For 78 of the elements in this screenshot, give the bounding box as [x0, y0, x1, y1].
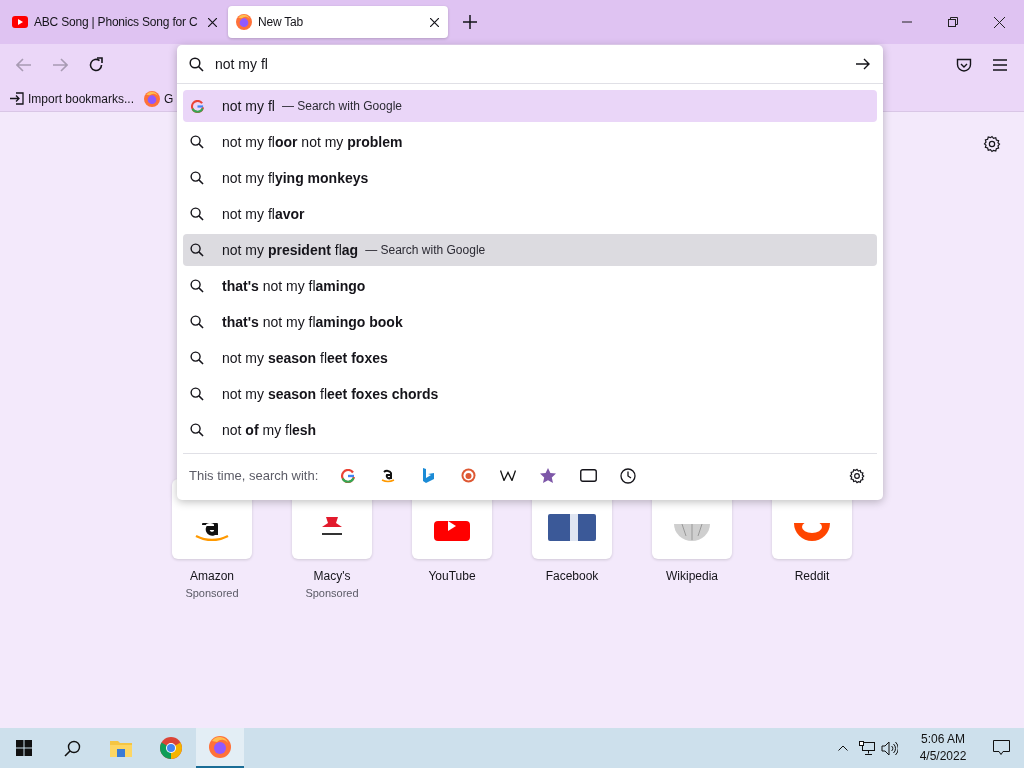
- tab[interactable]: New Tab: [228, 6, 448, 38]
- site-name[interactable]: Facebook: [545, 567, 599, 585]
- search-icon: [190, 279, 204, 293]
- tab-icon: [579, 469, 597, 482]
- suggestion-row[interactable]: not of my flesh: [183, 414, 877, 446]
- settings-icon: [983, 135, 1001, 153]
- suggestion-row[interactable]: that's not my flamingo book: [183, 306, 877, 338]
- search-icon: [190, 423, 204, 437]
- bookmark-item[interactable]: Import bookmarks...: [10, 87, 135, 110]
- pocket-icon: [956, 57, 972, 73]
- plus-icon: [463, 15, 477, 29]
- star-icon: [540, 468, 557, 483]
- play-icon: [434, 521, 470, 541]
- facebook-icon: [548, 514, 596, 541]
- search-icon: [190, 315, 204, 329]
- date-text: 4/5/2022: [919, 748, 967, 765]
- fox-globe-icon: [144, 90, 161, 107]
- clock[interactable]: 5:06 AM 4/5/2022: [912, 731, 974, 765]
- time-text: 5:06 AM: [921, 731, 965, 748]
- suggestion-row[interactable]: that's not my flamingo: [183, 270, 877, 302]
- menu-icon: [993, 59, 1007, 71]
- import-icon: [10, 92, 24, 105]
- folder-icon: [110, 739, 132, 757]
- amazon-icon: [381, 468, 396, 483]
- search-icon: [190, 135, 204, 149]
- search-with-label: This time, search with:: [189, 466, 319, 485]
- suggestion-row[interactable]: not my fl — Search with Google: [183, 90, 877, 122]
- globe-icon: [674, 524, 710, 541]
- search-icon: [189, 56, 204, 72]
- search-icon: [190, 243, 204, 257]
- google-icon: [341, 468, 356, 483]
- sponsored-label: Sponsored: [185, 586, 239, 601]
- suggestion-row[interactable]: not my president flag — Search with Google: [183, 234, 877, 266]
- site-name[interactable]: Reddit: [794, 567, 830, 585]
- tab-title: New Tab: [258, 14, 305, 31]
- site-name[interactable]: YouTube: [428, 567, 476, 585]
- suggestion-row[interactable]: not my floor not my problem: [183, 126, 877, 158]
- reload-icon: [88, 57, 104, 73]
- close-icon: [993, 16, 1005, 28]
- restore-icon: [948, 17, 958, 27]
- clock-icon: [620, 467, 637, 484]
- close-icon: [429, 17, 439, 27]
- caret-up-icon: [838, 745, 848, 751]
- tab-title: ABC Song | Phonics Song for C: [34, 14, 199, 31]
- firefox-button[interactable]: [196, 728, 244, 768]
- fox-globe-icon: [236, 14, 252, 30]
- firefox-icon: [209, 736, 231, 758]
- google-icon: [190, 99, 204, 113]
- network-icon: [859, 740, 875, 756]
- minimize-icon: [902, 21, 912, 23]
- settings-icon: [849, 467, 865, 484]
- chrome-icon: [160, 737, 182, 759]
- tab[interactable]: ABC Song | Phonics Song for C: [4, 6, 226, 38]
- search-icon: [63, 739, 81, 757]
- suggestion-row[interactable]: not my flavor: [183, 198, 877, 230]
- site-name[interactable]: Amazon: [190, 567, 234, 585]
- site-name[interactable]: Wikipedia: [666, 567, 718, 585]
- suggestion-row[interactable]: not my season fleet foxes chords: [183, 378, 877, 410]
- forward-arrow-icon: [52, 58, 68, 72]
- search-icon: [190, 171, 204, 185]
- bing-icon: [422, 468, 435, 483]
- suggestion-row[interactable]: not my flying monkeys: [183, 162, 877, 194]
- w-logo-icon: [500, 470, 517, 481]
- speech-bubble-icon: [992, 740, 1010, 756]
- right-arrow-icon: [855, 58, 871, 70]
- site-name[interactable]: Macy's: [313, 567, 351, 585]
- search-icon: [190, 351, 204, 365]
- sponsored-label: Sponsored: [305, 586, 359, 601]
- play-icon: [12, 16, 28, 28]
- back-arrow-icon: [16, 58, 32, 72]
- settings-button[interactable]: [982, 134, 1002, 154]
- windows-icon: [16, 740, 32, 756]
- speaker-icon: [881, 740, 898, 756]
- bookmark-item[interactable]: G: [144, 87, 174, 110]
- search-icon: [190, 207, 204, 221]
- search-icon: [190, 387, 204, 401]
- suggestion-row[interactable]: not my season fleet foxes: [183, 342, 877, 374]
- close-icon: [207, 17, 217, 27]
